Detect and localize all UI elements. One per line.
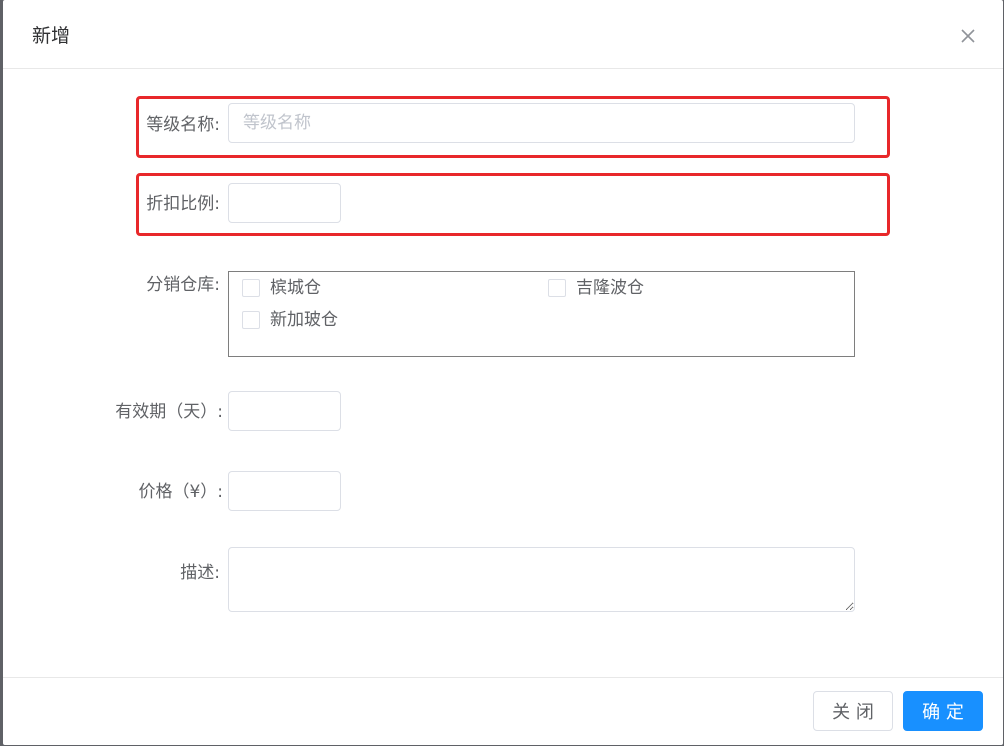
warehouse-option-label: 吉隆波仓	[576, 278, 644, 298]
warehouse-option-label: 新加玻仓	[270, 310, 338, 330]
dialog-header: 新增	[3, 0, 1003, 69]
checkbox-icon	[548, 279, 566, 297]
description-label: 描述:	[180, 563, 220, 583]
validity-input[interactable]	[228, 391, 341, 431]
add-dialog: 新增 等级名称: 折扣比例: 分销仓库: 槟城仓 吉隆波仓 新加玻仓 有效期（天…	[3, 0, 1003, 745]
warehouse-label: 分销仓库:	[146, 275, 220, 295]
level-name-label: 等级名称:	[146, 115, 220, 135]
discount-input[interactable]	[228, 183, 341, 223]
warehouse-checkbox-penang[interactable]: 槟城仓	[242, 277, 321, 299]
level-name-input[interactable]	[228, 103, 855, 143]
validity-label: 有效期（天）:	[115, 402, 223, 422]
price-input[interactable]	[228, 471, 341, 511]
close-icon[interactable]	[956, 24, 980, 48]
dialog-title: 新增	[32, 25, 71, 47]
close-button[interactable]: 关 闭	[813, 691, 893, 731]
warehouse-option-label: 槟城仓	[270, 278, 321, 298]
price-label: 价格（¥）:	[138, 482, 223, 502]
warehouse-checkbox-singapore[interactable]: 新加玻仓	[242, 309, 338, 331]
warehouse-checkbox-group: 槟城仓 吉隆波仓 新加玻仓	[228, 271, 855, 357]
checkbox-icon	[242, 279, 260, 297]
description-textarea[interactable]	[228, 547, 855, 612]
discount-label: 折扣比例:	[146, 194, 220, 214]
warehouse-checkbox-kl[interactable]: 吉隆波仓	[548, 277, 644, 299]
confirm-button[interactable]: 确 定	[903, 691, 983, 731]
checkbox-icon	[242, 311, 260, 329]
